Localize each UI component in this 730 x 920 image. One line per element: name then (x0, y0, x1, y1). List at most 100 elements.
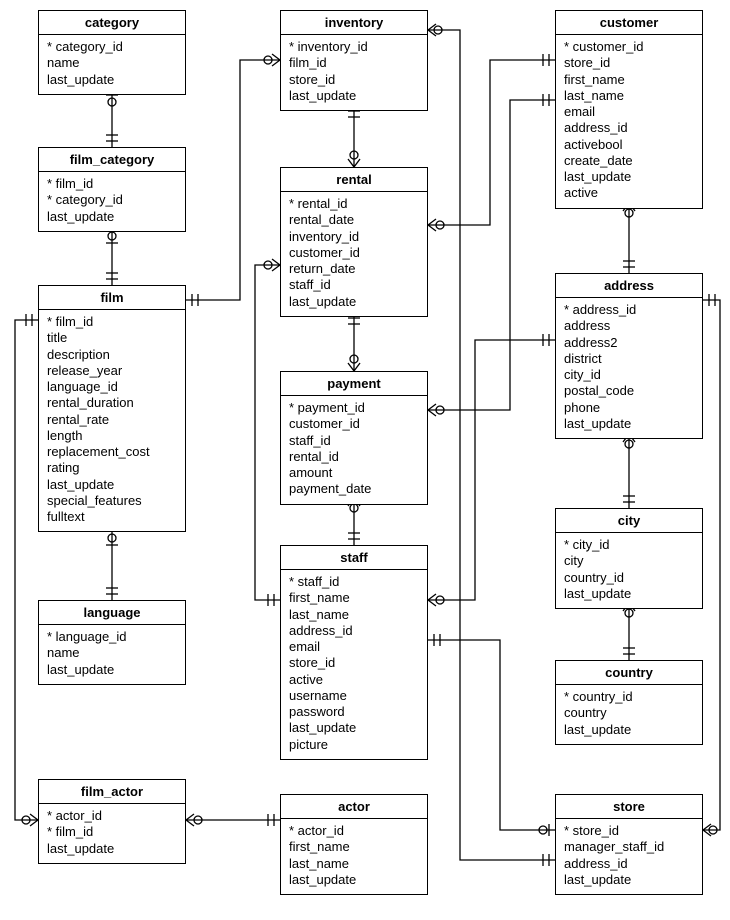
field: password (289, 704, 419, 720)
entity-inventory: inventory* inventory_idfilm_idstore_idla… (280, 10, 428, 111)
field: last_update (47, 841, 177, 857)
entity-address: address* address_idaddressaddress2distri… (555, 273, 703, 439)
entity-title: film_actor (39, 780, 185, 804)
field: last_update (47, 662, 177, 678)
entity-title: store (556, 795, 702, 819)
entity-staff: staff* staff_idfirst_namelast_nameaddres… (280, 545, 428, 760)
entity-title: actor (281, 795, 427, 819)
entity-customer: customer* customer_idstore_idfirst_namel… (555, 10, 703, 209)
field: store_id (289, 655, 419, 671)
field: picture (289, 737, 419, 753)
entity-fields: * inventory_idfilm_idstore_idlast_update (281, 35, 427, 110)
field: rental_duration (47, 395, 177, 411)
field: last_update (289, 720, 419, 736)
field: last_update (289, 872, 419, 888)
field: name (47, 55, 177, 71)
field: * address_id (564, 302, 694, 318)
entity-fields: * film_idtitledescriptionrelease_yearlan… (39, 310, 185, 531)
entity-fields: * category_idnamelast_update (39, 35, 185, 94)
field: replacement_cost (47, 444, 177, 460)
field: * country_id (564, 689, 694, 705)
field: amount (289, 465, 419, 481)
entity-store: store* store_idmanager_staff_idaddress_i… (555, 794, 703, 895)
entity-title: film (39, 286, 185, 310)
field: first_name (564, 72, 694, 88)
entity-title: staff (281, 546, 427, 570)
field: address_id (564, 120, 694, 136)
field: * inventory_id (289, 39, 419, 55)
entity-fields: * country_idcountrylast_update (556, 685, 702, 744)
field: * film_id (47, 314, 177, 330)
field: last_name (564, 88, 694, 104)
field: last_update (47, 477, 177, 493)
field: last_update (564, 586, 694, 602)
field: last_update (47, 72, 177, 88)
field: address2 (564, 335, 694, 351)
field: * payment_id (289, 400, 419, 416)
field: activebool (564, 137, 694, 153)
field: active (564, 185, 694, 201)
field: * category_id (47, 192, 177, 208)
entity-payment: payment* payment_idcustomer_idstaff_idre… (280, 371, 428, 505)
field: customer_id (289, 416, 419, 432)
entity-fields: * language_idnamelast_update (39, 625, 185, 684)
entity-fields: * address_idaddressaddress2districtcity_… (556, 298, 702, 438)
entity-title: language (39, 601, 185, 625)
field: * staff_id (289, 574, 419, 590)
field: address_id (289, 623, 419, 639)
field: rental_id (289, 449, 419, 465)
field: inventory_id (289, 229, 419, 245)
field: store_id (289, 72, 419, 88)
field: last_name (289, 856, 419, 872)
entity-fields: * film_id* category_idlast_update (39, 172, 185, 231)
entity-rental: rental* rental_idrental_dateinventory_id… (280, 167, 428, 317)
field: * film_id (47, 176, 177, 192)
entity-title: payment (281, 372, 427, 396)
field: special_features (47, 493, 177, 509)
field: * film_id (47, 824, 177, 840)
field: last_update (289, 88, 419, 104)
field: * store_id (564, 823, 694, 839)
entity-category: category* category_idnamelast_update (38, 10, 186, 95)
field: last_update (564, 169, 694, 185)
entity-fields: * rental_idrental_dateinventory_idcustom… (281, 192, 427, 316)
field: last_update (564, 416, 694, 432)
entity-title: country (556, 661, 702, 685)
field: create_date (564, 153, 694, 169)
entity-title: inventory (281, 11, 427, 35)
field: customer_id (289, 245, 419, 261)
entity-country: country* country_idcountrylast_update (555, 660, 703, 745)
entity-actor: actor* actor_idfirst_namelast_namelast_u… (280, 794, 428, 895)
field: title (47, 330, 177, 346)
field: postal_code (564, 383, 694, 399)
field: name (47, 645, 177, 661)
field: username (289, 688, 419, 704)
entity-fields: * payment_idcustomer_idstaff_idrental_id… (281, 396, 427, 504)
field: payment_date (289, 481, 419, 497)
field: last_update (564, 722, 694, 738)
field: * category_id (47, 39, 177, 55)
entity-fields: * actor_id* film_idlast_update (39, 804, 185, 863)
field: manager_staff_id (564, 839, 694, 855)
field: rental_date (289, 212, 419, 228)
field: last_update (47, 209, 177, 225)
entity-title: address (556, 274, 702, 298)
field: staff_id (289, 433, 419, 449)
field: * rental_id (289, 196, 419, 212)
field: store_id (564, 55, 694, 71)
field: phone (564, 400, 694, 416)
field: release_year (47, 363, 177, 379)
entity-fields: * staff_idfirst_namelast_nameaddress_ide… (281, 570, 427, 759)
entity-film: film* film_idtitledescriptionrelease_yea… (38, 285, 186, 532)
field: city (564, 553, 694, 569)
field: * actor_id (289, 823, 419, 839)
field: last_update (289, 294, 419, 310)
field: country (564, 705, 694, 721)
field: film_id (289, 55, 419, 71)
entity-title: category (39, 11, 185, 35)
field: length (47, 428, 177, 444)
entity-film_category: film_category* film_id* category_idlast_… (38, 147, 186, 232)
field: email (564, 104, 694, 120)
field: fulltext (47, 509, 177, 525)
field: country_id (564, 570, 694, 586)
